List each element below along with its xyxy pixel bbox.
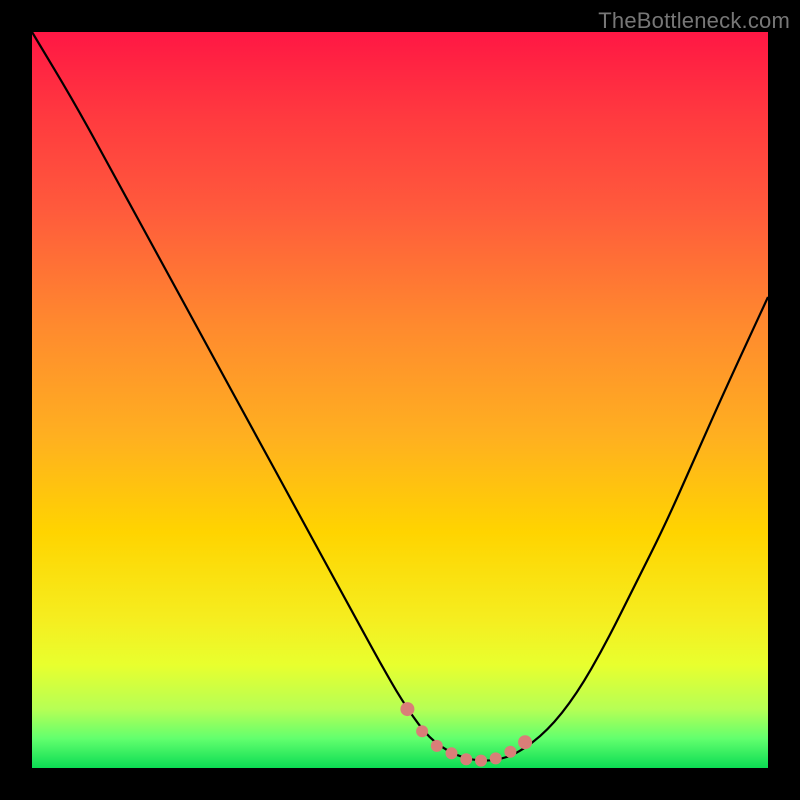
marker-dot — [416, 725, 428, 737]
bottleneck-curve — [32, 32, 768, 761]
watermark-text: TheBottleneck.com — [598, 8, 790, 34]
marker-dot — [504, 746, 516, 758]
marker-dot — [400, 702, 414, 716]
marker-dot — [475, 755, 487, 767]
plot-area — [32, 32, 768, 768]
marker-dot — [518, 735, 532, 749]
marker-dot — [431, 740, 443, 752]
marker-dot — [490, 752, 502, 764]
curve-layer — [32, 32, 768, 768]
highlighted-range-markers — [400, 702, 532, 767]
marker-dot — [460, 753, 472, 765]
marker-dot — [446, 747, 458, 759]
chart-frame: TheBottleneck.com — [0, 0, 800, 800]
